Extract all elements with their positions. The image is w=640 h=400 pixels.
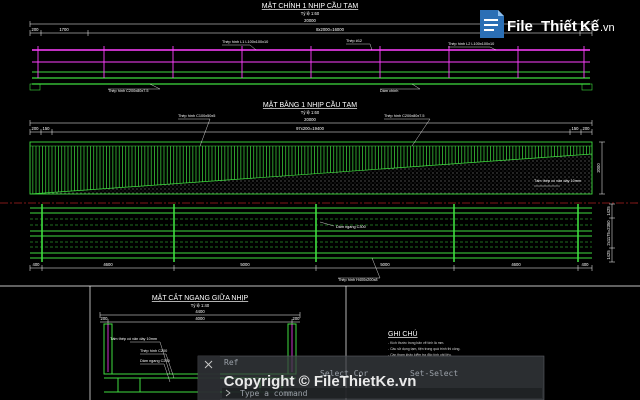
cad-drawing-canvas[interactable]: MẶT CHÍNH 1 NHỊP CẦU TẠM Tỷ lệ 1:60 2000… <box>0 0 640 400</box>
elevation-label-l1: Thép hình L1 L100x100x10 <box>222 40 268 44</box>
plan-label-plate: Tấm thép có vân dày 10mm <box>534 179 581 183</box>
logo-thiet-text: Thiết <box>541 18 577 35</box>
plan-right-dim: 2000 <box>596 163 601 173</box>
elevation-label-l3: Thép hình L2 L100x100x10 <box>448 42 494 46</box>
section-label-c250: Dầm ngang C250 <box>140 359 170 363</box>
notes-line-2: - Cầu sử dụng tạm, tiện trong quá trình … <box>388 347 460 351</box>
plan-bottom-dim-1: 400 <box>33 262 41 267</box>
command-history-3: Set-Select <box>410 369 458 378</box>
watermark-logo: File Thiết Kế .vn <box>480 10 615 38</box>
plan-bottom-dim-2: 4600 <box>103 262 113 267</box>
elevation-dim-2: 1700 <box>59 27 69 32</box>
plan-scale: Tỷ lệ 1:60 <box>301 110 320 115</box>
elevation-railing <box>29 46 593 91</box>
elevation-label-beam: Thép hình C200x80x7.5 <box>108 89 149 93</box>
elevation-dim-1: 200 <box>32 27 40 32</box>
elevation-overall-dim: 20000 <box>304 18 316 23</box>
elevation-label-l2: Thép #12 <box>346 39 362 43</box>
plan-right-dim-c: 1425 <box>606 250 611 260</box>
plan-title: MẶT BẰNG 1 NHỊP CẦU TẠM <box>263 99 357 109</box>
section-width-dim: 4400 <box>195 309 205 314</box>
plan-view: MẶT BẰNG 1 NHỊP CẦU TẠM Tỷ lệ 1:60 20000… <box>0 99 640 282</box>
plan-overall-dim: 20000 <box>304 117 316 122</box>
plan-label-c200: Thép hình C200x80x7.5 <box>384 114 425 118</box>
drawing-svg: MẶT CHÍNH 1 NHỊP CẦU TẠM Tỷ lệ 1:60 2000… <box>0 0 640 400</box>
logo-mark-icon <box>480 10 504 38</box>
plan-label-main: Thép hình H400x200x8 <box>338 278 377 282</box>
plan-top-dim-1: 200 <box>32 126 40 131</box>
elevation-label-girder: Dầm chính <box>380 89 398 93</box>
section-label-plate: Tấm thép có vân dày 10mm <box>110 337 157 341</box>
section-scale: Tỷ lệ 1:40 <box>191 303 210 308</box>
logo-file-text: File <box>507 18 533 35</box>
plan-top-dim-5: 200 <box>583 126 591 131</box>
plan-top-dim-4: 150 <box>572 126 580 131</box>
elevation-dim-3: 8x2000=16000 <box>316 27 344 32</box>
plan-right-dim-a: 1425 <box>606 206 611 216</box>
command-prompt: Type a command <box>240 389 308 398</box>
plan-top-dim-2: 150 <box>43 126 51 131</box>
command-history-1: Ref <box>224 358 239 367</box>
plan-top-dim-3: 97x200=19400 <box>296 126 324 131</box>
elevation-title: MẶT CHÍNH 1 NHỊP CẦU TẠM <box>262 0 359 10</box>
notes-line-1: - Kích thước trong bản vẽ tính là mm. <box>388 341 444 345</box>
notes-title: GHI CHÚ <box>388 329 418 338</box>
section-dim-3: 200 <box>293 316 301 321</box>
plan-label-c100: Thép hình C100x50x5 <box>178 114 215 118</box>
copyright-watermark: Copyright © FileThietKe.vn <box>224 373 417 390</box>
plan-bottom-dim-5: 4600 <box>511 262 521 267</box>
plan-bottom-dim-6: 400 <box>582 262 590 267</box>
plan-label-cross: Dầm ngang C300 <box>336 225 366 229</box>
plan-girders <box>30 204 592 262</box>
elevation-view: MẶT CHÍNH 1 NHỊP CẦU TẠM Tỷ lệ 1:60 2000… <box>29 0 593 93</box>
plan-bottom-dim-4: 5000 <box>380 262 390 267</box>
logo-ke-text: Kế <box>580 18 600 35</box>
section-dim-1: 200 <box>101 316 109 321</box>
section-dim-2: 4000 <box>195 316 205 321</box>
plan-bottom-dim-3: 5000 <box>240 262 250 267</box>
section-title: MẶT CẮT NGANG GIỮA NHỊP <box>152 293 249 302</box>
section-label-c200: Thép hình C200 <box>140 349 167 353</box>
elevation-scale: Tỷ lệ 1:60 <box>301 11 320 16</box>
plan-right-dim-b: 2x1175=2350 <box>606 220 611 246</box>
notes-block: GHI CHÚ - Kích thước trong bản vẽ tính l… <box>388 329 460 357</box>
logo-domain-text: .vn <box>600 22 615 34</box>
